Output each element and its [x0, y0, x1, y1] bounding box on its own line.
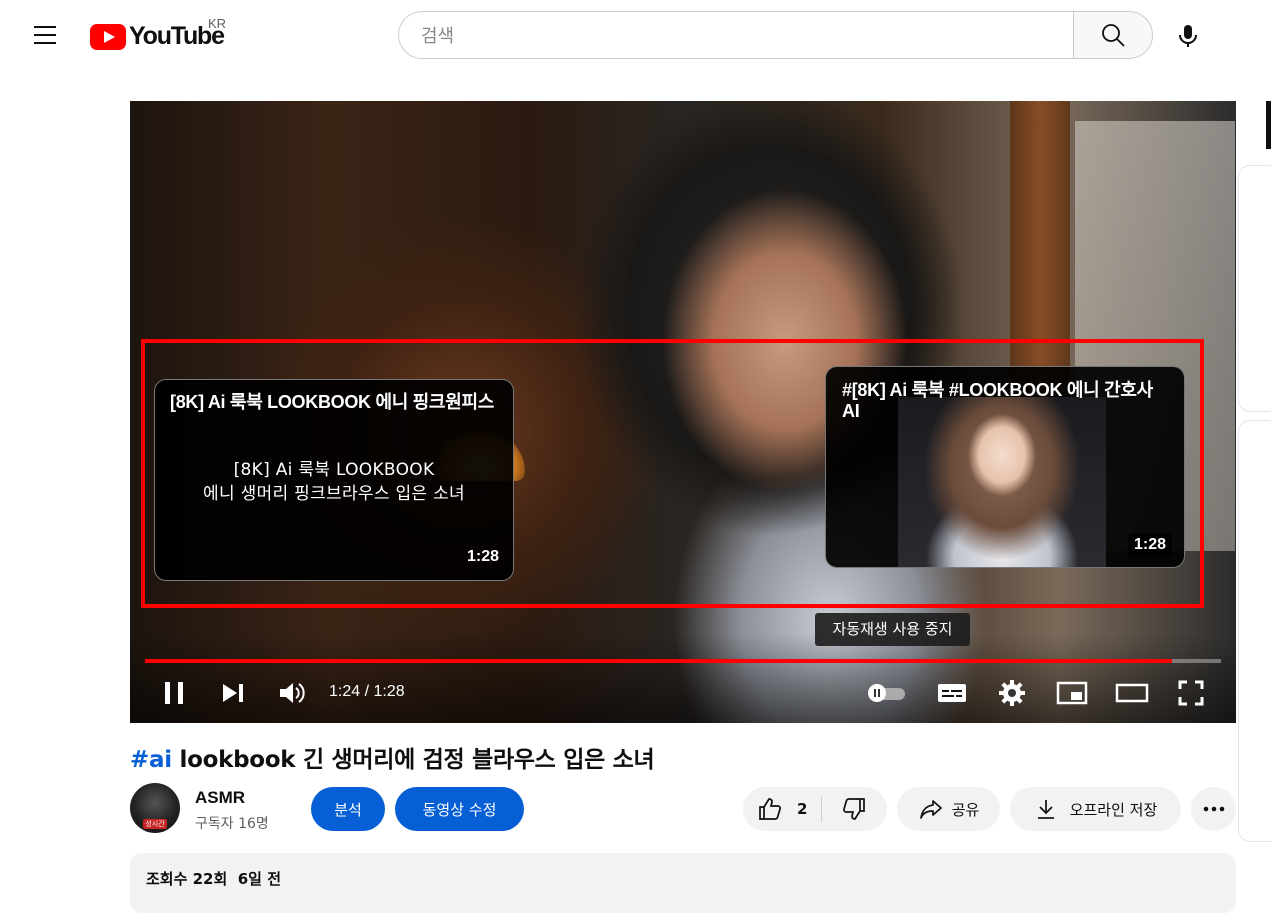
- theater-icon: [1115, 683, 1149, 703]
- search-box: [398, 11, 1073, 60]
- channel-name[interactable]: ASMR: [195, 788, 245, 808]
- autoplay-tooltip: 자동재생 사용 중지: [815, 613, 970, 646]
- country-code: KR: [208, 16, 227, 31]
- end-card-video-2[interactable]: #[8K] Ai 룩북 #LOOKBOOK 에니 간호사 AI 1:28: [825, 366, 1185, 568]
- time-display: 1:24 / 1:28: [329, 683, 405, 700]
- next-button[interactable]: [218, 677, 248, 709]
- end-card-title: [8K] Ai 룩북 LOOKBOOK 에니 핑크원피스: [170, 392, 494, 412]
- subtitles-icon: [938, 684, 966, 702]
- like-icon: [759, 798, 781, 820]
- share-button[interactable]: 공유: [897, 787, 1000, 831]
- pause-button[interactable]: [160, 677, 190, 709]
- channel-avatar[interactable]: 성시간: [130, 783, 180, 833]
- analytics-button[interactable]: 분석: [311, 787, 385, 831]
- subtitles-button[interactable]: [935, 679, 969, 707]
- description-box[interactable]: [130, 853, 1236, 913]
- pause-icon: [165, 682, 183, 704]
- mic-icon: [1179, 25, 1197, 47]
- edit-video-button[interactable]: 동영상 수정: [395, 787, 524, 831]
- volume-button[interactable]: [276, 677, 308, 709]
- theater-mode-button[interactable]: [1114, 679, 1150, 707]
- menu-button[interactable]: [22, 16, 68, 56]
- end-card-thumbnail: [898, 397, 1106, 567]
- fullscreen-button[interactable]: [1175, 677, 1207, 709]
- voice-search-button[interactable]: [1168, 16, 1208, 56]
- end-card-title: #[8K] Ai 룩북 #LOOKBOOK 에니 간호사 AI: [842, 380, 1153, 421]
- fullscreen-icon: [1178, 680, 1204, 706]
- end-card-duration: 1:28: [1127, 533, 1172, 557]
- end-card-duration: 1:28: [466, 548, 499, 565]
- autoplay-toggle-icon: [868, 684, 905, 702]
- download-icon: [1037, 800, 1054, 819]
- share-label: 공유: [951, 800, 980, 819]
- progress-fill: [145, 659, 1172, 663]
- view-count-date: 조회수 22회 6일 전: [146, 870, 282, 888]
- title-text: lookbook 긴 생머리에 검정 블라우스 입은 소녀: [171, 747, 655, 773]
- end-card-thumbnail-text: [8K] Ai 룩북 LOOKBOOK 에니 생머리 핑크브라우스 입은 소녀: [203, 460, 465, 504]
- subscriber-count: 구독자 16명: [195, 816, 269, 832]
- settings-icon: [999, 680, 1025, 706]
- search-input[interactable]: [419, 12, 1043, 60]
- like-button[interactable]: 2: [743, 787, 821, 831]
- video-title: #ai lookbook 긴 생머리에 검정 블라우스 입은 소녀: [130, 740, 655, 774]
- sidebar-edge: [1266, 101, 1271, 149]
- miniplayer-button[interactable]: [1055, 679, 1089, 707]
- youtube-logo[interactable]: YouTube: [90, 22, 225, 51]
- next-icon: [223, 684, 243, 702]
- end-card-video-1[interactable]: [8K] Ai 룩북 LOOKBOOK 에니 핑크원피스 [8K] Ai 룩북 …: [154, 379, 514, 581]
- volume-icon: [280, 683, 305, 703]
- download-button[interactable]: 오프라인 저장: [1010, 787, 1181, 831]
- title-hashtag[interactable]: #ai: [130, 747, 172, 773]
- youtube-logo-icon: [90, 23, 126, 50]
- like-dislike-group: 2: [743, 787, 887, 831]
- miniplayer-icon: [1056, 681, 1088, 705]
- like-count: 2: [797, 800, 808, 818]
- share-icon: [919, 800, 942, 819]
- dislike-icon: [843, 798, 865, 820]
- more-icon: [1203, 806, 1224, 812]
- dislike-button[interactable]: [822, 787, 886, 831]
- sidebar-panel: [1238, 420, 1271, 842]
- more-actions-button[interactable]: [1191, 787, 1236, 831]
- avatar-badge: 성시간: [143, 819, 167, 829]
- settings-button[interactable]: [996, 677, 1028, 709]
- search-button[interactable]: [1073, 11, 1153, 59]
- menu-icon: [34, 26, 56, 28]
- sidebar-panel: [1238, 165, 1271, 412]
- download-label: 오프라인 저장: [1069, 800, 1158, 819]
- autoplay-toggle[interactable]: [863, 680, 909, 706]
- search-icon: [1102, 24, 1125, 47]
